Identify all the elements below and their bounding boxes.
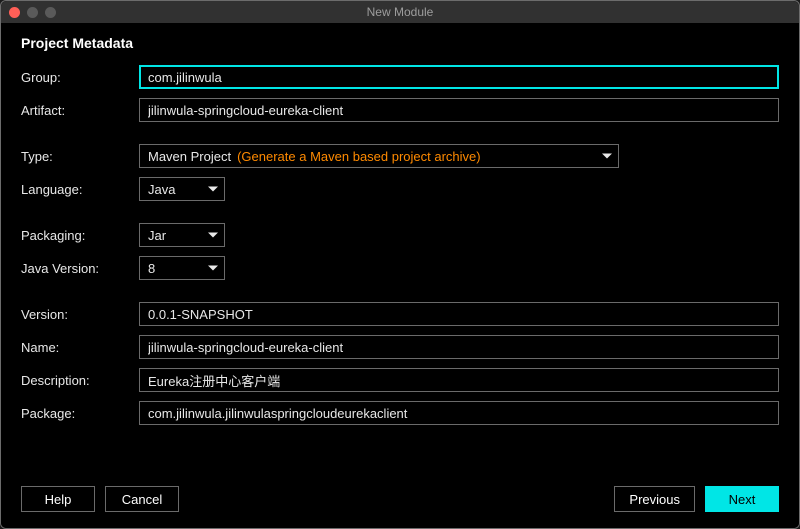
description-label: Description:	[21, 373, 139, 388]
titlebar: New Module	[1, 1, 799, 23]
package-input[interactable]	[139, 401, 779, 425]
version-label: Version:	[21, 307, 139, 322]
name-label: Name:	[21, 340, 139, 355]
previous-button[interactable]: Previous	[614, 486, 695, 512]
java-version-select[interactable]: 8	[139, 256, 225, 280]
cancel-button[interactable]: Cancel	[105, 486, 179, 512]
next-button[interactable]: Next	[705, 486, 779, 512]
name-input[interactable]	[139, 335, 779, 359]
type-select[interactable]: Maven Project (Generate a Maven based pr…	[139, 144, 619, 168]
type-select-value: Maven Project	[148, 149, 231, 164]
type-select-hint: (Generate a Maven based project archive)	[237, 149, 481, 164]
group-label: Group:	[21, 70, 139, 85]
dialog-footer: Help Cancel Previous Next	[1, 476, 799, 528]
dialog-content: Project Metadata Group: Artifact: Type: …	[1, 23, 799, 476]
dialog-window: New Module Project Metadata Group: Artif…	[0, 0, 800, 529]
artifact-label: Artifact:	[21, 103, 139, 118]
group-input[interactable]	[139, 65, 779, 89]
packaging-label: Packaging:	[21, 228, 139, 243]
window-title: New Module	[1, 5, 799, 19]
package-label: Package:	[21, 406, 139, 421]
description-input[interactable]	[139, 368, 779, 392]
window-close-button[interactable]	[9, 7, 20, 18]
artifact-input[interactable]	[139, 98, 779, 122]
type-label: Type:	[21, 149, 139, 164]
language-select-value: Java	[148, 182, 175, 197]
java-version-select-value: 8	[148, 261, 155, 276]
window-maximize-button[interactable]	[45, 7, 56, 18]
chevron-down-icon	[208, 233, 218, 238]
version-input[interactable]	[139, 302, 779, 326]
packaging-select[interactable]: Jar	[139, 223, 225, 247]
chevron-down-icon	[602, 154, 612, 159]
window-minimize-button[interactable]	[27, 7, 38, 18]
java-version-label: Java Version:	[21, 261, 139, 276]
language-label: Language:	[21, 182, 139, 197]
chevron-down-icon	[208, 187, 218, 192]
chevron-down-icon	[208, 266, 218, 271]
section-heading: Project Metadata	[21, 35, 779, 51]
packaging-select-value: Jar	[148, 228, 166, 243]
language-select[interactable]: Java	[139, 177, 225, 201]
help-button[interactable]: Help	[21, 486, 95, 512]
